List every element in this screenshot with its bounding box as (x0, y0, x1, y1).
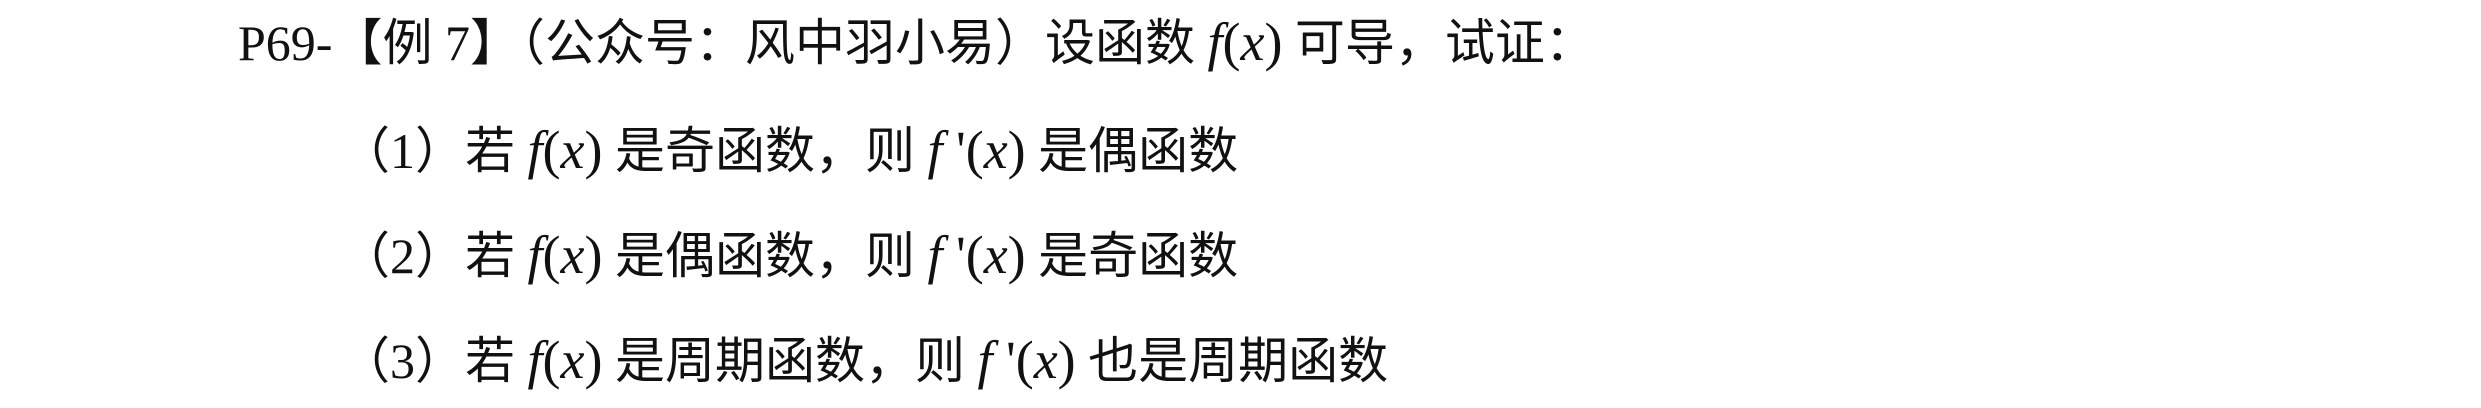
problem-statement: P69-【例 7】（公众号：风中羽小易）设函数 f(x) 可导，试证： (238, 12, 1595, 73)
document-page: P69-【例 7】（公众号：风中羽小易）设函数 f(x) 可导，试证： （1）若… (0, 0, 2481, 408)
item-2: （2）若 f(x) 是偶函数，则 f '(x) 是奇函数 (340, 225, 1238, 286)
item-2-conclusion: 是奇函数 (1038, 228, 1239, 284)
item-1-condition: 是奇函数，则 (614, 123, 915, 179)
item-2-derivative: f '(x) (927, 225, 1026, 285)
item-3-conclusion: 也是周期函数 (1088, 333, 1389, 389)
function-fx: f(x) (1207, 12, 1283, 72)
item-3-number: （3）若 (340, 333, 515, 389)
item-3: （3）若 f(x) 是周期函数，则 f '(x) 也是周期函数 (340, 330, 1388, 391)
item-2-fx: f(x) (527, 225, 603, 285)
item-3-condition: 是周期函数，则 (614, 333, 965, 389)
item-2-condition: 是偶函数，则 (614, 228, 915, 284)
item-1: （1）若 f(x) 是奇函数，则 f '(x) 是偶函数 (340, 120, 1238, 181)
item-1-fx: f(x) (527, 120, 603, 180)
problem-suffix: 可导，试证： (1294, 15, 1595, 71)
item-3-fx: f(x) (527, 330, 603, 390)
item-2-number: （2）若 (340, 228, 515, 284)
item-3-derivative: f '(x) (977, 330, 1076, 390)
problem-prefix: P69-【例 7】（公众号：风中羽小易）设函数 (238, 15, 1195, 71)
item-1-conclusion: 是偶函数 (1038, 123, 1239, 179)
item-1-number: （1）若 (340, 123, 515, 179)
item-1-derivative: f '(x) (927, 120, 1026, 180)
